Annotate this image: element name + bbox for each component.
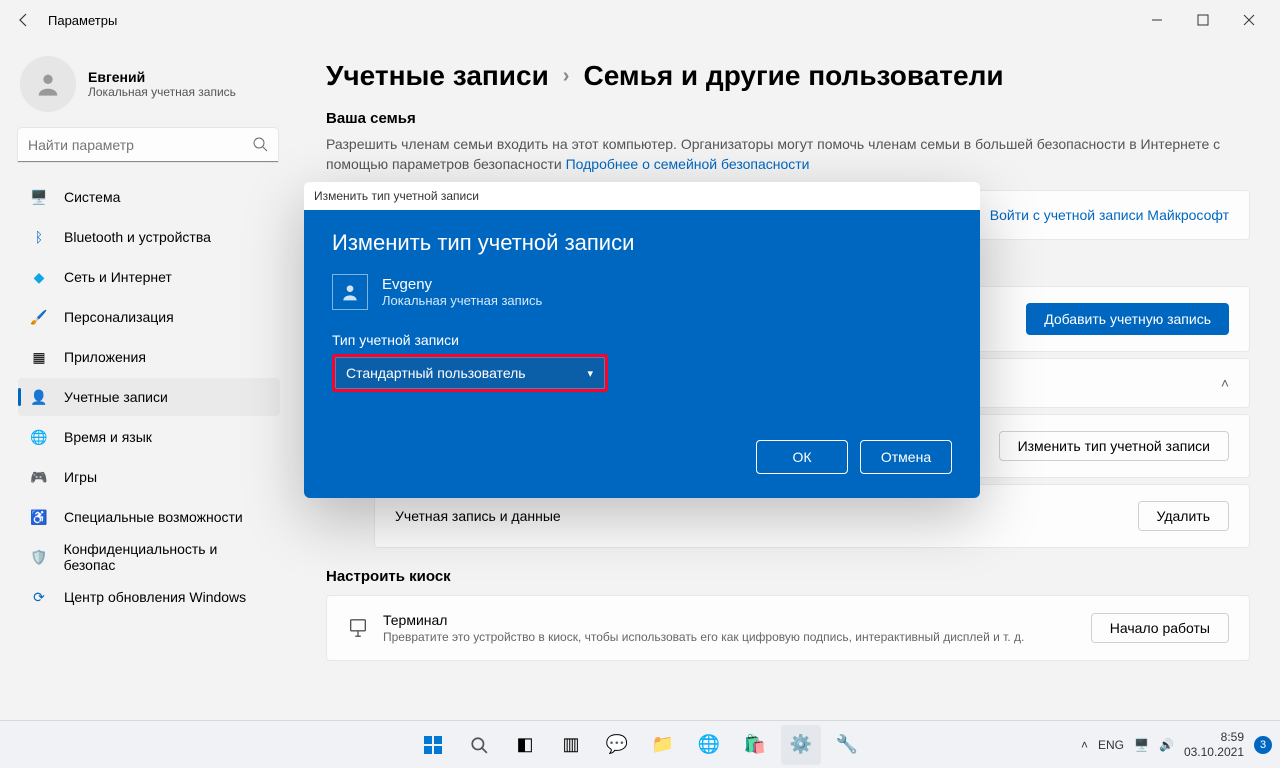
- ok-button[interactable]: ОК: [756, 440, 848, 474]
- close-button[interactable]: [1226, 4, 1272, 36]
- nav-label: Игры: [64, 469, 97, 485]
- lang-indicator[interactable]: ENG: [1098, 738, 1124, 752]
- terminal-icon: [347, 617, 369, 639]
- titlebar: Параметры: [0, 0, 1280, 40]
- dialog-heading: Изменить тип учетной записи: [332, 230, 952, 256]
- search-icon: [252, 136, 268, 157]
- breadcrumb-root[interactable]: Учетные записи: [326, 60, 549, 92]
- bluetooth-icon: ᛒ: [30, 228, 48, 246]
- network-tray-icon[interactable]: 🖥️: [1134, 738, 1149, 752]
- dialog-user-name: Evgeny: [382, 276, 542, 293]
- accounts-icon: 👤: [30, 388, 48, 406]
- taskbar-search-icon[interactable]: [459, 725, 499, 765]
- signin-link[interactable]: Войти с учетной записи Майкрософт: [990, 207, 1229, 223]
- notification-badge[interactable]: 3: [1254, 736, 1272, 754]
- task-view-icon[interactable]: ◧: [505, 725, 545, 765]
- dialog-user-sub: Локальная учетная запись: [382, 293, 542, 308]
- nav-label: Время и язык: [64, 429, 152, 445]
- store-icon[interactable]: 🛍️: [735, 725, 775, 765]
- nav-label: Персонализация: [64, 309, 174, 325]
- family-title: Ваша семья: [326, 110, 1250, 127]
- nav-privacy[interactable]: 🛡️ Конфиденциальность и безопас: [18, 538, 280, 576]
- clock-time: 8:59: [1184, 730, 1244, 744]
- system-icon: 🖥️: [30, 188, 48, 206]
- breadcrumb: Учетные записи › Семья и другие пользова…: [326, 60, 1250, 92]
- apps-icon: ▦: [30, 348, 48, 366]
- dialog-user: Evgeny Локальная учетная запись: [332, 274, 952, 310]
- nav-label: Сеть и Интернет: [64, 269, 172, 285]
- chevron-right-icon: ›: [563, 65, 570, 88]
- nav-personalization[interactable]: 🖌️ Персонализация: [18, 298, 280, 336]
- avatar: [20, 56, 76, 112]
- chevron-up-icon: ˄: [1221, 375, 1229, 391]
- nav-label: Учетные записи: [64, 389, 168, 405]
- breadcrumb-page: Семья и другие пользователи: [583, 60, 1003, 92]
- nav-apps[interactable]: ▦ Приложения: [18, 338, 280, 376]
- nav-label: Система: [64, 189, 120, 205]
- kiosk-start-button[interactable]: Начало работы: [1091, 613, 1229, 643]
- maximize-button[interactable]: [1180, 4, 1226, 36]
- nav-label: Конфиденциальность и безопас: [64, 541, 268, 573]
- chat-icon[interactable]: 💬: [597, 725, 637, 765]
- clock-date: 03.10.2021: [1184, 745, 1244, 759]
- account-data-label: Учетная запись и данные: [395, 508, 561, 524]
- window-title: Параметры: [48, 13, 117, 28]
- nav-label: Центр обновления Windows: [64, 589, 246, 605]
- dialog-type-label: Тип учетной записи: [332, 332, 952, 348]
- kiosk-title: Настроить киоск: [326, 568, 1250, 585]
- taskbar: ◧ ▥ 💬 📁 🌐 🛍️ ⚙️ 🔧 ˄ ENG 🖥️ 🔊 8:59 03.10.…: [0, 720, 1280, 768]
- back-button[interactable]: [8, 4, 40, 36]
- nav-bluetooth[interactable]: ᛒ Bluetooth и устройства: [18, 218, 280, 256]
- nav-label: Специальные возможности: [64, 509, 243, 525]
- change-account-type-dialog: Изменить тип учетной записи Изменить тип…: [304, 182, 980, 498]
- shield-icon: 🛡️: [30, 548, 48, 566]
- delete-button[interactable]: Удалить: [1138, 501, 1229, 531]
- clock[interactable]: 8:59 03.10.2021: [1184, 730, 1244, 759]
- games-icon: 🎮: [30, 468, 48, 486]
- update-icon: ⟳: [30, 588, 48, 606]
- family-link[interactable]: Подробнее о семейной безопасности: [566, 156, 810, 172]
- sidebar: Евгений Локальная учетная запись 🖥️ Систе…: [0, 40, 290, 720]
- nav-games[interactable]: 🎮 Игры: [18, 458, 280, 496]
- profile-sub: Локальная учетная запись: [88, 85, 236, 99]
- tray-chevron-icon[interactable]: ˄: [1081, 738, 1088, 752]
- kiosk-terminal-desc: Превратите это устройство в киоск, чтобы…: [383, 630, 1024, 644]
- nav-system[interactable]: 🖥️ Система: [18, 178, 280, 216]
- kiosk-card: Терминал Превратите это устройство в кио…: [326, 595, 1250, 661]
- network-icon: ◆: [30, 268, 48, 286]
- profile-name: Евгений: [88, 69, 236, 85]
- brush-icon: 🖌️: [30, 308, 48, 326]
- search-input[interactable]: [18, 128, 278, 162]
- app-icon[interactable]: 🔧: [827, 725, 867, 765]
- settings-icon[interactable]: ⚙️: [781, 725, 821, 765]
- start-button[interactable]: [413, 725, 453, 765]
- kiosk-terminal-label: Терминал: [383, 612, 1024, 628]
- cancel-button[interactable]: Отмена: [860, 440, 952, 474]
- edge-icon[interactable]: 🌐: [689, 725, 729, 765]
- nav-time[interactable]: 🌐 Время и язык: [18, 418, 280, 456]
- nav-update[interactable]: ⟳ Центр обновления Windows: [18, 578, 280, 616]
- profile-block[interactable]: Евгений Локальная учетная запись: [18, 56, 290, 112]
- nav-label: Приложения: [64, 349, 146, 365]
- dialog-avatar-icon: [332, 274, 368, 310]
- account-type-select[interactable]: Стандартный пользователь: [335, 357, 605, 389]
- highlight-box: Стандартный пользователь ▾: [332, 354, 608, 392]
- nav-network[interactable]: ◆ Сеть и Интернет: [18, 258, 280, 296]
- dialog-titlebar: Изменить тип учетной записи: [304, 182, 980, 210]
- explorer-icon[interactable]: 📁: [643, 725, 683, 765]
- sound-tray-icon[interactable]: 🔊: [1159, 738, 1174, 752]
- nav-label: Bluetooth и устройства: [64, 229, 211, 245]
- family-desc: Разрешить членам семьи входить на этот к…: [326, 135, 1250, 174]
- nav-accounts[interactable]: 👤 Учетные записи: [18, 378, 280, 416]
- change-type-button[interactable]: Изменить тип учетной записи: [999, 431, 1229, 461]
- time-icon: 🌐: [30, 428, 48, 446]
- search-box: [18, 128, 278, 162]
- nav-list: 🖥️ Система ᛒ Bluetooth и устройства ◆ Сеть …: [18, 178, 280, 616]
- minimize-button[interactable]: [1134, 4, 1180, 36]
- nav-accessibility[interactable]: ♿ Специальные возможности: [18, 498, 280, 536]
- add-account-button[interactable]: Добавить учетную запись: [1026, 303, 1229, 335]
- accessibility-icon: ♿: [30, 508, 48, 526]
- widgets-icon[interactable]: ▥: [551, 725, 591, 765]
